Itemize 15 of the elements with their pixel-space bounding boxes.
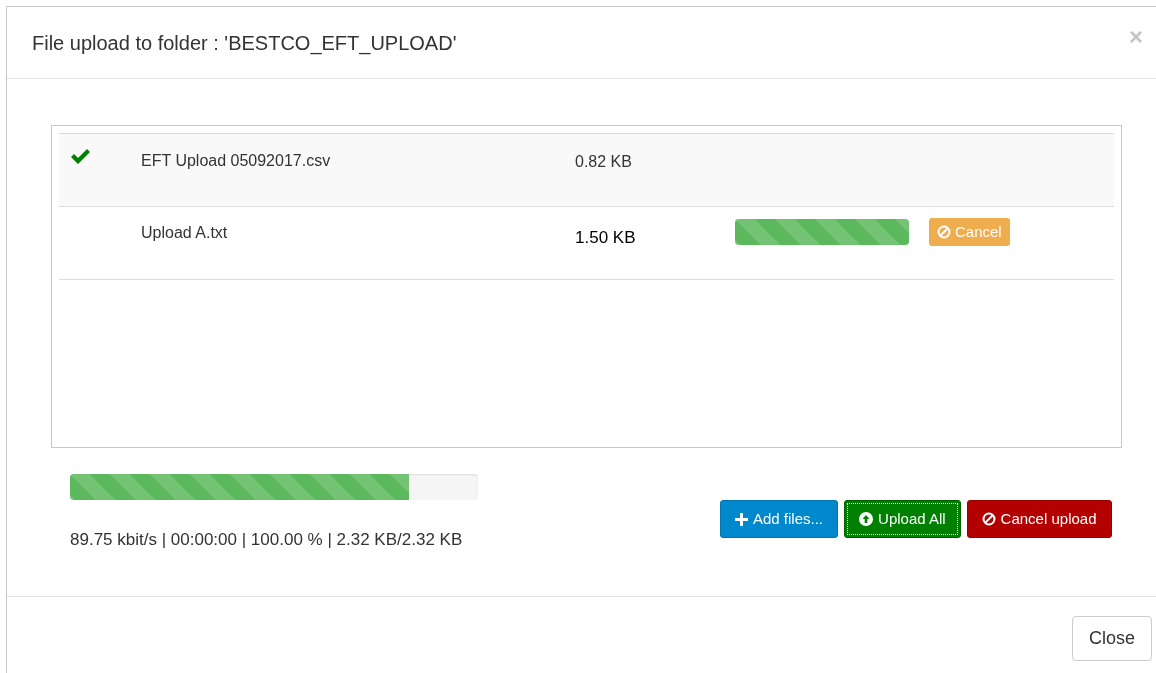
close-button[interactable]: Close — [1072, 616, 1152, 661]
ban-icon — [981, 512, 996, 526]
checkmark-icon — [70, 149, 90, 165]
upload-stats: 89.75 kbit/s | 00:00:00 | 100.00 % | 2.32 KB/2.32 KB — [70, 529, 464, 551]
ban-icon — [937, 225, 951, 239]
cancel-button[interactable]: Cancel upload — [966, 500, 1112, 538]
file-name: Upload A.txt — [141, 223, 229, 243]
dialog-title: File upload to folder : 'BESTCO_EFT_UPLOAD' — [32, 30, 457, 57]
upload-button[interactable]: Upload All — [844, 500, 961, 538]
file-size: 1.50 KB — [575, 227, 637, 249]
plus-icon — [735, 512, 748, 526]
file-size: 0.82 KB — [575, 152, 633, 172]
upload-icon — [859, 512, 874, 526]
file-name: EFT Upload 05092017.csv — [141, 151, 332, 171]
add-button[interactable]: Add files... — [720, 500, 839, 538]
